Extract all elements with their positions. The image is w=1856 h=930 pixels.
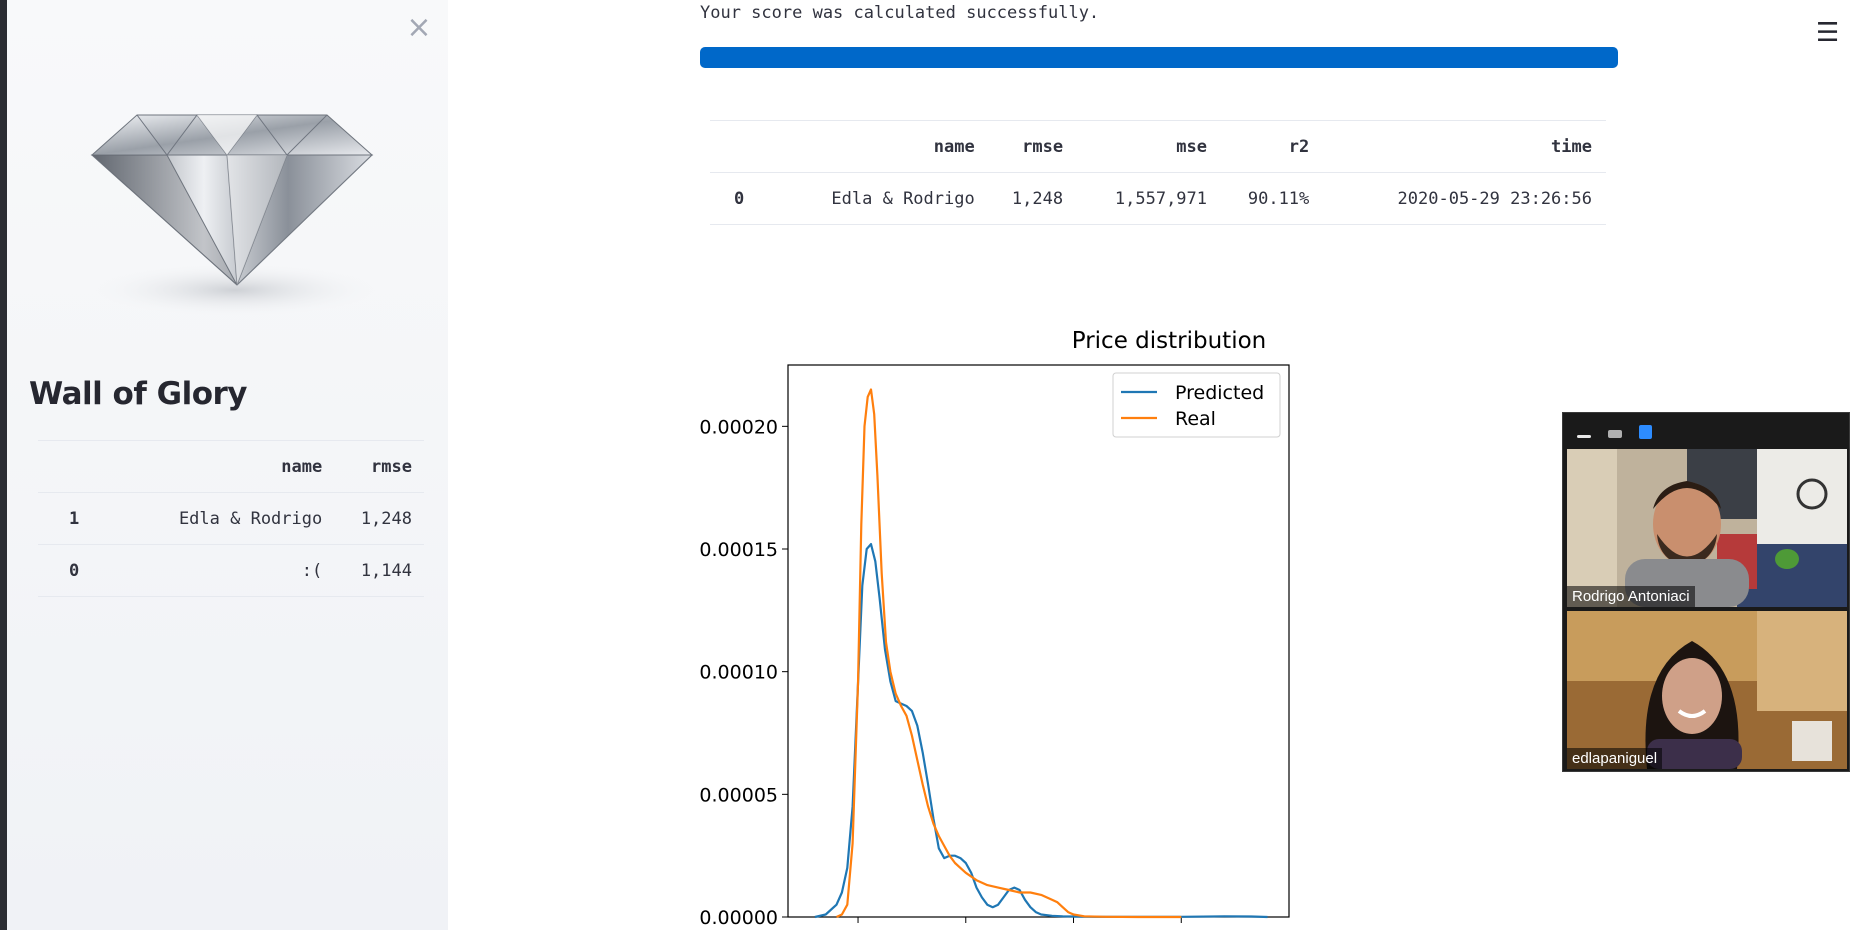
participant-video-feed	[1567, 449, 1847, 607]
participant-video[interactable]: edlapaniguel	[1567, 611, 1847, 769]
speaker-view-icon[interactable]	[1639, 425, 1652, 439]
cell-name: Edla & Rodrigo	[113, 492, 335, 545]
cell-rmse: 1,248	[988, 172, 1078, 225]
y-tick-label: 0.00015	[700, 539, 778, 561]
score-table: name rmse mse r2 time 0 Edla & Rodrigo 1…	[710, 120, 1606, 225]
legend-label: Real	[1175, 408, 1216, 430]
wall-of-glory-table: name rmse 1 Edla & Rodrigo 1,248 0 :( 1,…	[38, 440, 424, 597]
row-index: 1	[38, 492, 114, 545]
row-index: 0	[38, 544, 114, 597]
index-header	[710, 120, 776, 173]
hamburger-menu-icon[interactable]: ☰	[1816, 18, 1839, 48]
close-sidebar-button[interactable]: ×	[405, 13, 433, 43]
row-index: 0	[710, 172, 776, 225]
cell-name: Edla & Rodrigo	[775, 172, 989, 225]
table-row: 0 Edla & Rodrigo 1,248 1,557,971 90.11% …	[710, 172, 1606, 225]
sidebar: × Wall of Glory name rmse 1 Edla & Rodri…	[7, 0, 448, 930]
chart-title: Price distribution	[1072, 328, 1267, 354]
table-header-row: name rmse mse r2 time	[710, 120, 1606, 173]
index-header	[38, 440, 114, 493]
y-tick-label: 0.00005	[700, 784, 778, 806]
table-row: 0 :( 1,144	[38, 544, 424, 597]
table-header-row: name rmse	[38, 440, 424, 493]
progress-bar-fill	[700, 47, 1618, 68]
cell-r2: 90.11%	[1221, 172, 1324, 225]
table-row: 1 Edla & Rodrigo 1,248	[38, 492, 424, 545]
participant-video-feed	[1567, 611, 1847, 769]
participant-name: Rodrigo Antoniaci	[1567, 586, 1695, 607]
column-header-time: time	[1323, 120, 1606, 173]
column-header-mse: mse	[1077, 120, 1222, 173]
series-line-real	[836, 388, 1182, 919]
column-header-r2: r2	[1221, 120, 1324, 173]
participant-video[interactable]: Rodrigo Antoniaci	[1567, 449, 1847, 607]
cell-rmse: 1,248	[334, 492, 424, 545]
column-header-name: name	[113, 440, 335, 493]
progress-bar	[700, 47, 1618, 68]
legend-label: Predicted	[1175, 382, 1264, 404]
status-message: Your score was calculated successfully.	[700, 3, 1100, 23]
column-header-rmse: rmse	[988, 120, 1078, 173]
video-call-toolbar	[1563, 413, 1851, 447]
wall-of-glory-title: Wall of Glory	[29, 376, 248, 412]
column-header-name: name	[775, 120, 989, 173]
cell-mse: 1,557,971	[1077, 172, 1222, 225]
participant-name: edlapaniguel	[1567, 748, 1663, 769]
y-tick-label: 0.00000	[700, 907, 778, 929]
cell-name: :(	[113, 544, 335, 597]
y-tick-label: 0.00010	[700, 662, 778, 684]
video-call-panel: Rodrigo Antoniaci edlapaniguel	[1562, 412, 1850, 772]
minimize-icon[interactable]	[1577, 435, 1591, 438]
window-left-edge	[0, 0, 7, 930]
cell-rmse: 1,144	[334, 544, 424, 597]
column-header-rmse: rmse	[334, 440, 424, 493]
price-distribution-chart: Price distribution 01000020000300000.000…	[700, 328, 1290, 930]
gallery-view-icon[interactable]	[1608, 430, 1622, 438]
cell-time: 2020-05-29 23:26:56	[1323, 172, 1606, 225]
diamond-icon	[90, 114, 375, 316]
y-tick-label: 0.00020	[700, 416, 778, 438]
